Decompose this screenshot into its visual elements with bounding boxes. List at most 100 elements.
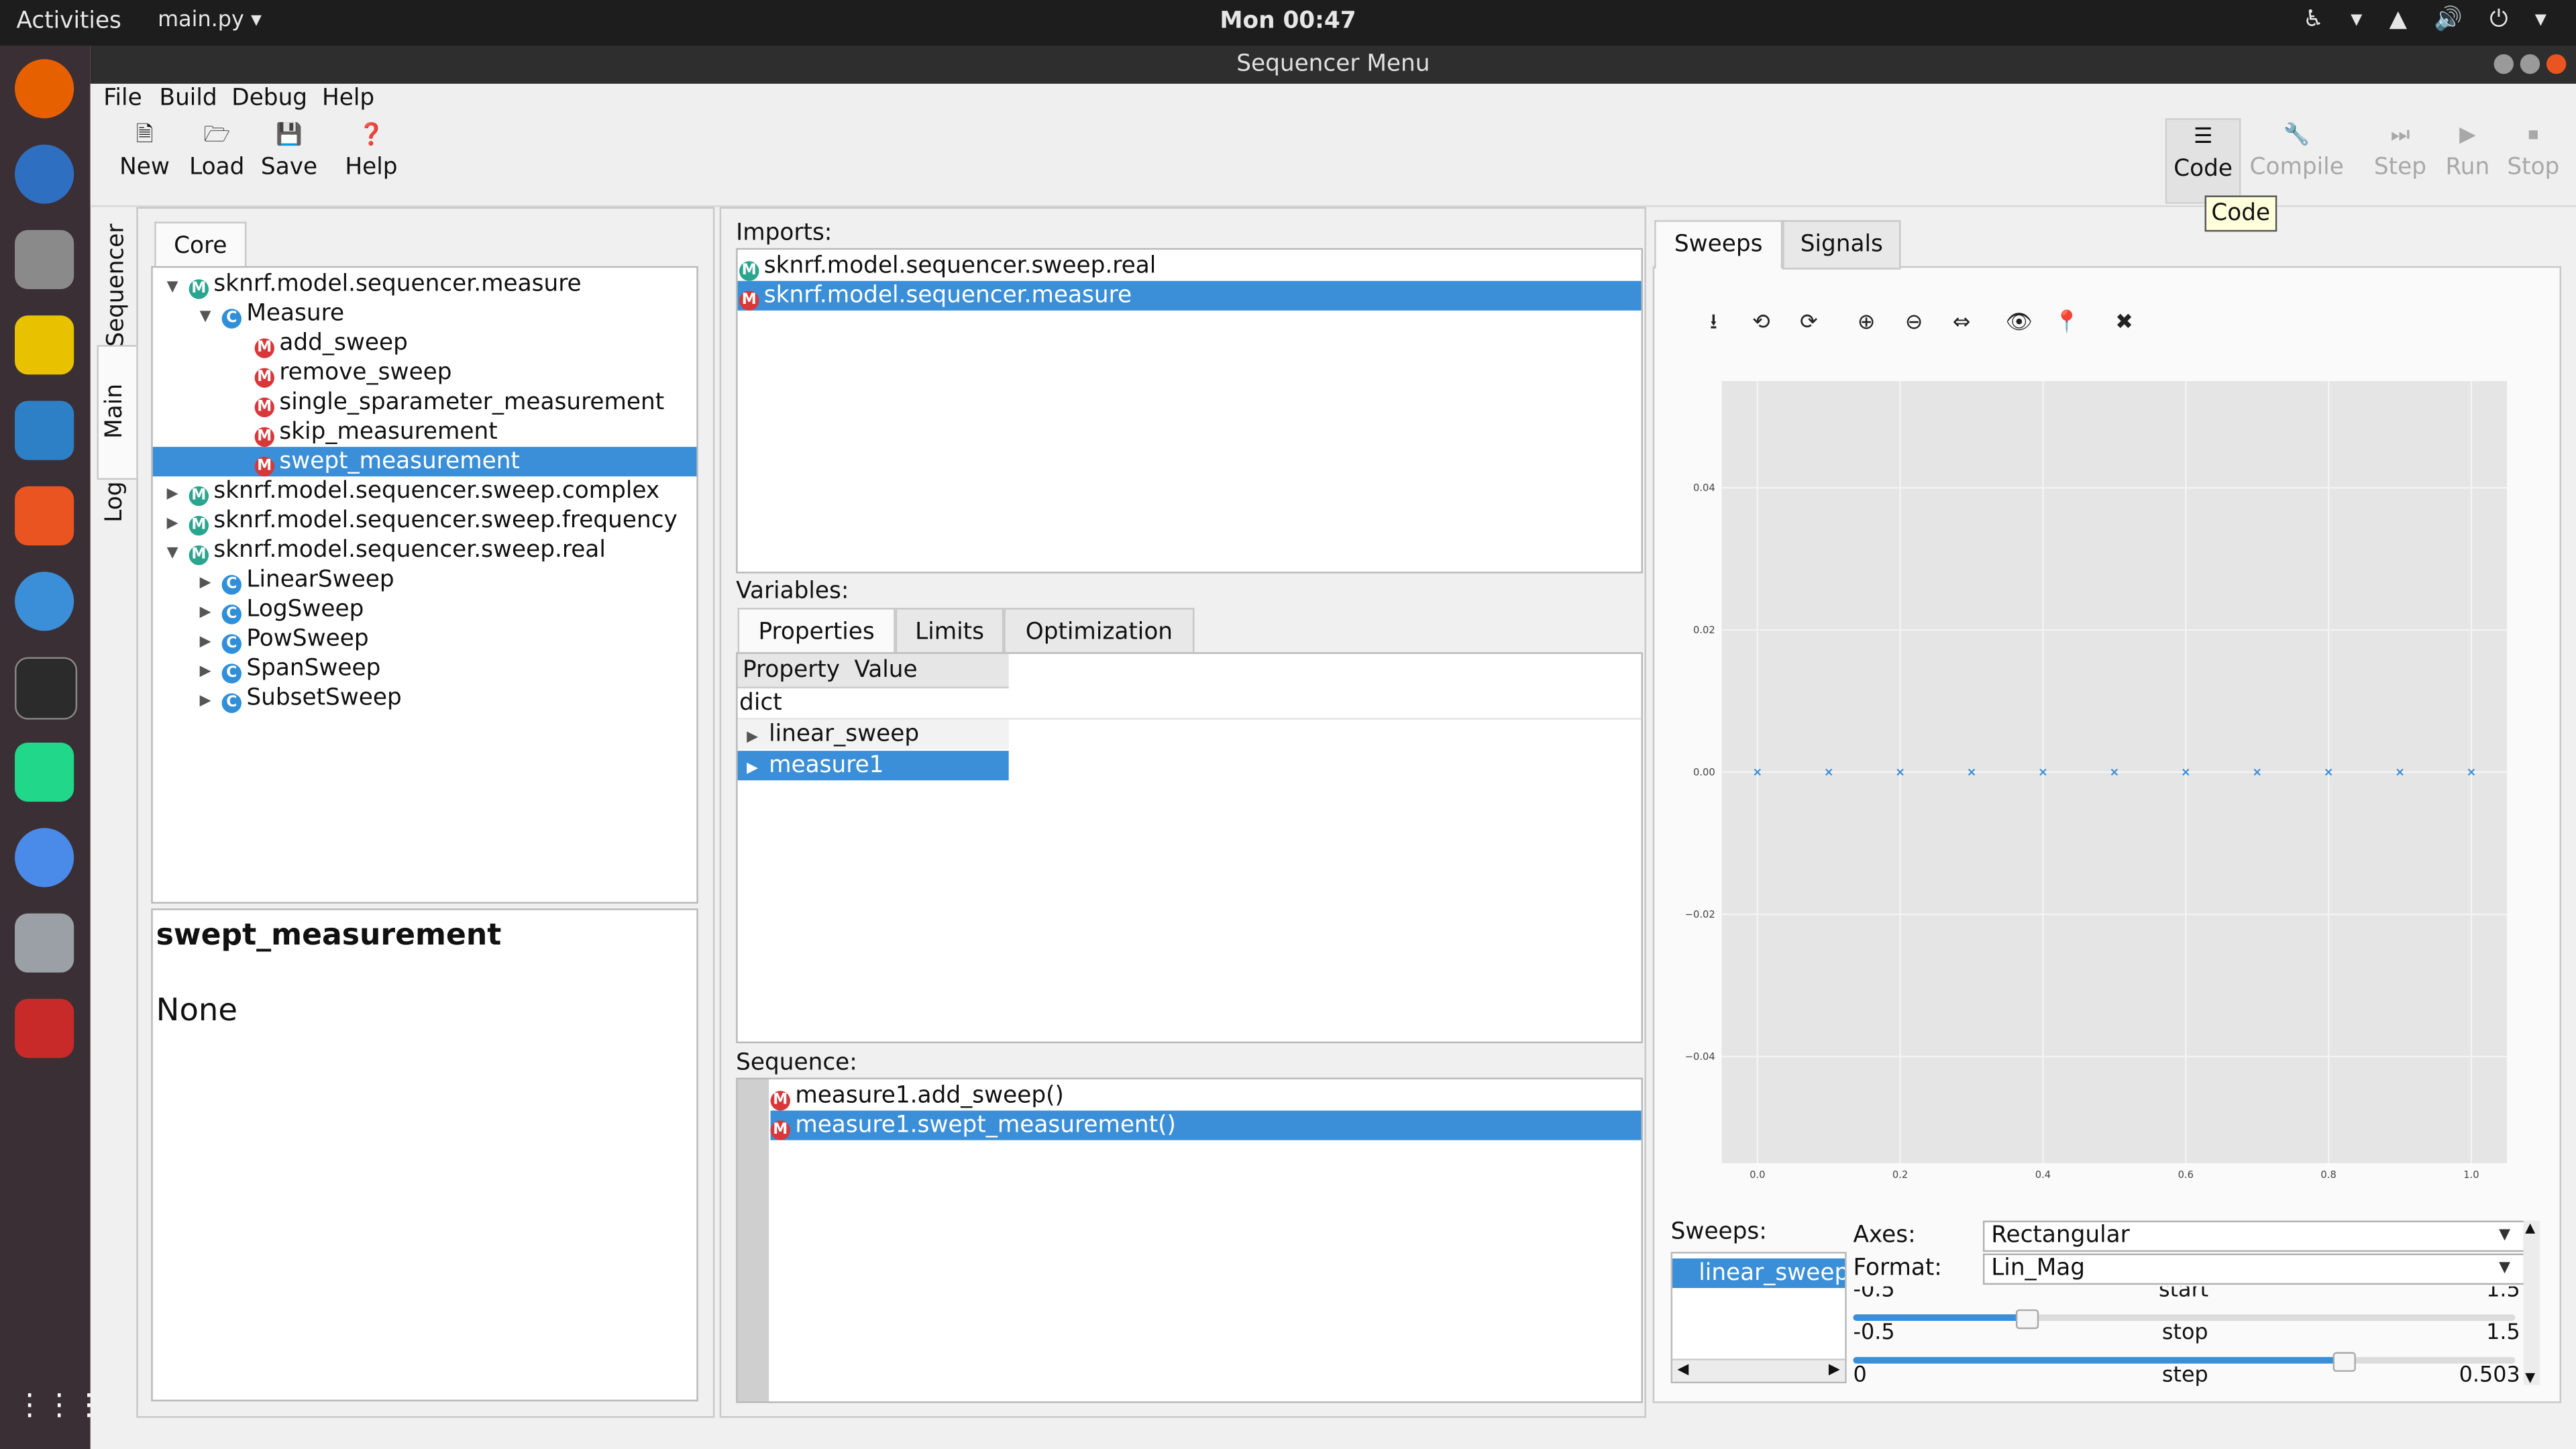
tab-optimization[interactable]: Optimization <box>1004 608 1195 657</box>
chromium-icon[interactable] <box>15 828 74 888</box>
tab-signals[interactable]: Signals <box>1782 220 1901 270</box>
tree-node[interactable]: ▼ Msknrf.model.sequencer.sweep.real <box>153 535 697 568</box>
expand-arrow-icon[interactable]: ▼ <box>162 539 182 568</box>
tree-node[interactable]: ▼ C Measure <box>153 299 697 329</box>
terminal-icon[interactable] <box>15 657 78 720</box>
expand-arrow-icon[interactable]: ▶ <box>743 754 762 784</box>
software-center-icon[interactable] <box>15 486 74 546</box>
close-window-button[interactable] <box>2546 54 2567 74</box>
firefox-icon[interactable] <box>15 59 74 119</box>
sequence-item[interactable]: Mmeasure1.swept_measurement() <box>770 1110 1642 1140</box>
sequence-item[interactable]: Mmeasure1.add_sweep() <box>770 1081 1642 1111</box>
new-button[interactable]: 🗎 New <box>109 118 181 200</box>
rhythmbox-icon[interactable] <box>15 315 74 375</box>
expand-arrow-icon[interactable]: ▶ <box>195 657 215 687</box>
expand-arrow-icon[interactable]: ▶ <box>195 598 215 627</box>
tree-node[interactable]: ▼ Msknrf.model.sequencer.measure <box>153 270 697 299</box>
clock[interactable]: Mon 00:47 <box>0 8 2576 34</box>
tab-sweeps[interactable]: Sweeps <box>1654 220 1783 270</box>
class-icon: C <box>221 634 242 654</box>
tab-log[interactable]: Log <box>97 482 136 588</box>
variables-root-row[interactable]: dict <box>737 688 1642 720</box>
scroll-right-icon[interactable]: ▶ <box>1829 1362 1840 1378</box>
menu-help[interactable]: Help <box>322 85 374 111</box>
thunderbird-icon[interactable] <box>15 144 74 204</box>
expand-arrow-icon[interactable]: ▶ <box>743 723 762 753</box>
maximize-button[interactable] <box>2520 54 2540 74</box>
stop-slider-handle[interactable] <box>2332 1352 2356 1372</box>
scroll-up-icon[interactable]: ▲ <box>2525 1221 2535 1236</box>
sweep-plot[interactable]: 0.0 0.2 0.4 0.6 0.8 1.0 0.04 0.02 0.00 −0.02 −0.04 <box>1676 365 2530 1186</box>
system-tray[interactable]: ♿ ▾ ▲ 🔊 ⏻ ▾ <box>2303 7 2556 33</box>
forward-icon[interactable]: ⟳ <box>1794 309 1823 338</box>
tree-node[interactable]: ▶ C SpanSweep <box>153 654 697 684</box>
zoom-out-icon[interactable]: ⊖ <box>1899 309 1929 338</box>
menu-file[interactable]: File <box>103 85 142 111</box>
format-select[interactable]: Lin_Mag ▼ <box>1982 1253 2526 1285</box>
tree-node[interactable]: ▶ C LinearSweep <box>153 565 697 595</box>
expand-arrow-icon[interactable]: ▶ <box>162 480 182 509</box>
tab-properties[interactable]: Properties <box>737 608 896 657</box>
stop-button[interactable]: ⏹ Stop <box>2497 118 2569 200</box>
expand-arrow-icon[interactable]: ▶ <box>162 509 182 539</box>
sequence-gutter[interactable] <box>737 1079 769 1401</box>
variable-row-measure1[interactable]: ▶ measure1 <box>737 751 1009 781</box>
compile-button[interactable]: 🔧 Compile <box>2249 118 2345 200</box>
back-icon[interactable]: ⟲ <box>1746 309 1776 338</box>
sequencer-app-icon[interactable] <box>15 998 74 1059</box>
tree-node[interactable]: Mskip_measurement <box>153 417 697 447</box>
minimize-button[interactable] <box>2493 54 2514 74</box>
expand-arrow-icon[interactable]: ▶ <box>195 687 215 716</box>
zoom-in-icon[interactable]: ⊕ <box>1851 309 1881 338</box>
tree-node[interactable]: ▶ C PowSweep <box>153 625 697 654</box>
pin-icon[interactable]: 📍 <box>2052 309 2082 338</box>
tree-node[interactable]: ▶ Msknrf.model.sequencer.sweep.complex <box>153 476 697 506</box>
pycharm-icon[interactable] <box>15 742 74 802</box>
tree-node[interactable]: Mremove_sweep <box>153 358 697 388</box>
code-button[interactable]: ☰ Code <box>2165 118 2241 204</box>
x-tick-label: 0.2 <box>1892 1169 1908 1181</box>
tree-node[interactable]: ▶ Msknrf.model.sequencer.sweep.frequency <box>153 506 697 536</box>
tree-node[interactable]: ▶ C SubsetSweep <box>153 684 697 713</box>
download-icon[interactable]: ⭳ <box>1699 309 1728 338</box>
menu-debug[interactable]: Debug <box>231 85 307 111</box>
tab-core[interactable]: Core <box>154 221 247 272</box>
tab-limits[interactable]: Limits <box>895 608 1004 657</box>
expand-arrow-icon[interactable]: ▶ <box>195 568 215 598</box>
tree-node[interactable]: ▶ C LogSweep <box>153 595 697 625</box>
axes-select[interactable]: Rectangular ▼ <box>1982 1220 2526 1252</box>
system-top-bar: Activities main.py ▾ Mon 00:47 ♿ ▾ ▲ 🔊 ⏻… <box>0 0 2576 46</box>
sweeps-list-scrollbar[interactable]: ◀ ▶ <box>1672 1358 1845 1382</box>
image-viewer-icon[interactable] <box>15 400 74 460</box>
tree-node[interactable]: Msingle_sparameter_measurement <box>153 388 697 418</box>
eye-icon[interactable]: 👁 <box>2004 309 2034 338</box>
variable-row-linear-sweep[interactable]: ▶ linear_sweep <box>737 719 1009 749</box>
start-slider-handle[interactable] <box>2015 1309 2039 1330</box>
expand-arrow-icon[interactable]: ▼ <box>162 273 182 303</box>
close-icon[interactable]: ✖ <box>2110 309 2139 338</box>
controls-scrollbar[interactable]: ▲ ▼ <box>2523 1220 2540 1385</box>
import-item[interactable]: Msknrf.model.sequencer.measure <box>737 280 1642 311</box>
menu-build[interactable]: Build <box>160 85 217 111</box>
load-button[interactable]: 🗁 Load <box>180 118 253 200</box>
sweep-item-linear-sweep[interactable]: linear_sweep <box>1672 1258 1845 1289</box>
files-icon[interactable] <box>15 229 74 290</box>
show-apps-icon[interactable]: ⋮⋮⋮ <box>15 1377 103 1436</box>
save-button[interactable]: 💾 Save <box>253 118 325 200</box>
tree-node[interactable]: Madd_sweep <box>153 329 697 358</box>
tree-node[interactable]: Mswept_measurement <box>152 447 697 477</box>
expand-arrow-icon[interactable]: ▶ <box>195 628 215 657</box>
step-button[interactable]: ⏭ Step <box>2364 118 2436 200</box>
import-item[interactable]: Msknrf.model.sequencer.sweep.real <box>738 252 1642 281</box>
module-icon: M <box>739 290 759 311</box>
help-button[interactable]: ❓ Help <box>335 118 408 200</box>
value-column-header[interactable]: Value <box>854 657 917 684</box>
scroll-down-icon[interactable]: ▼ <box>2525 1370 2535 1385</box>
property-column-header[interactable]: Property <box>743 657 840 684</box>
run-button[interactable]: ▶ Run <box>2432 118 2504 200</box>
expand-arrow-icon[interactable]: ▼ <box>195 303 215 332</box>
pan-icon[interactable]: ⇔ <box>1947 309 1976 338</box>
scroll-left-icon[interactable]: ◀ <box>1677 1362 1688 1378</box>
help-app-icon[interactable] <box>15 572 74 631</box>
settings-icon[interactable] <box>15 913 74 973</box>
